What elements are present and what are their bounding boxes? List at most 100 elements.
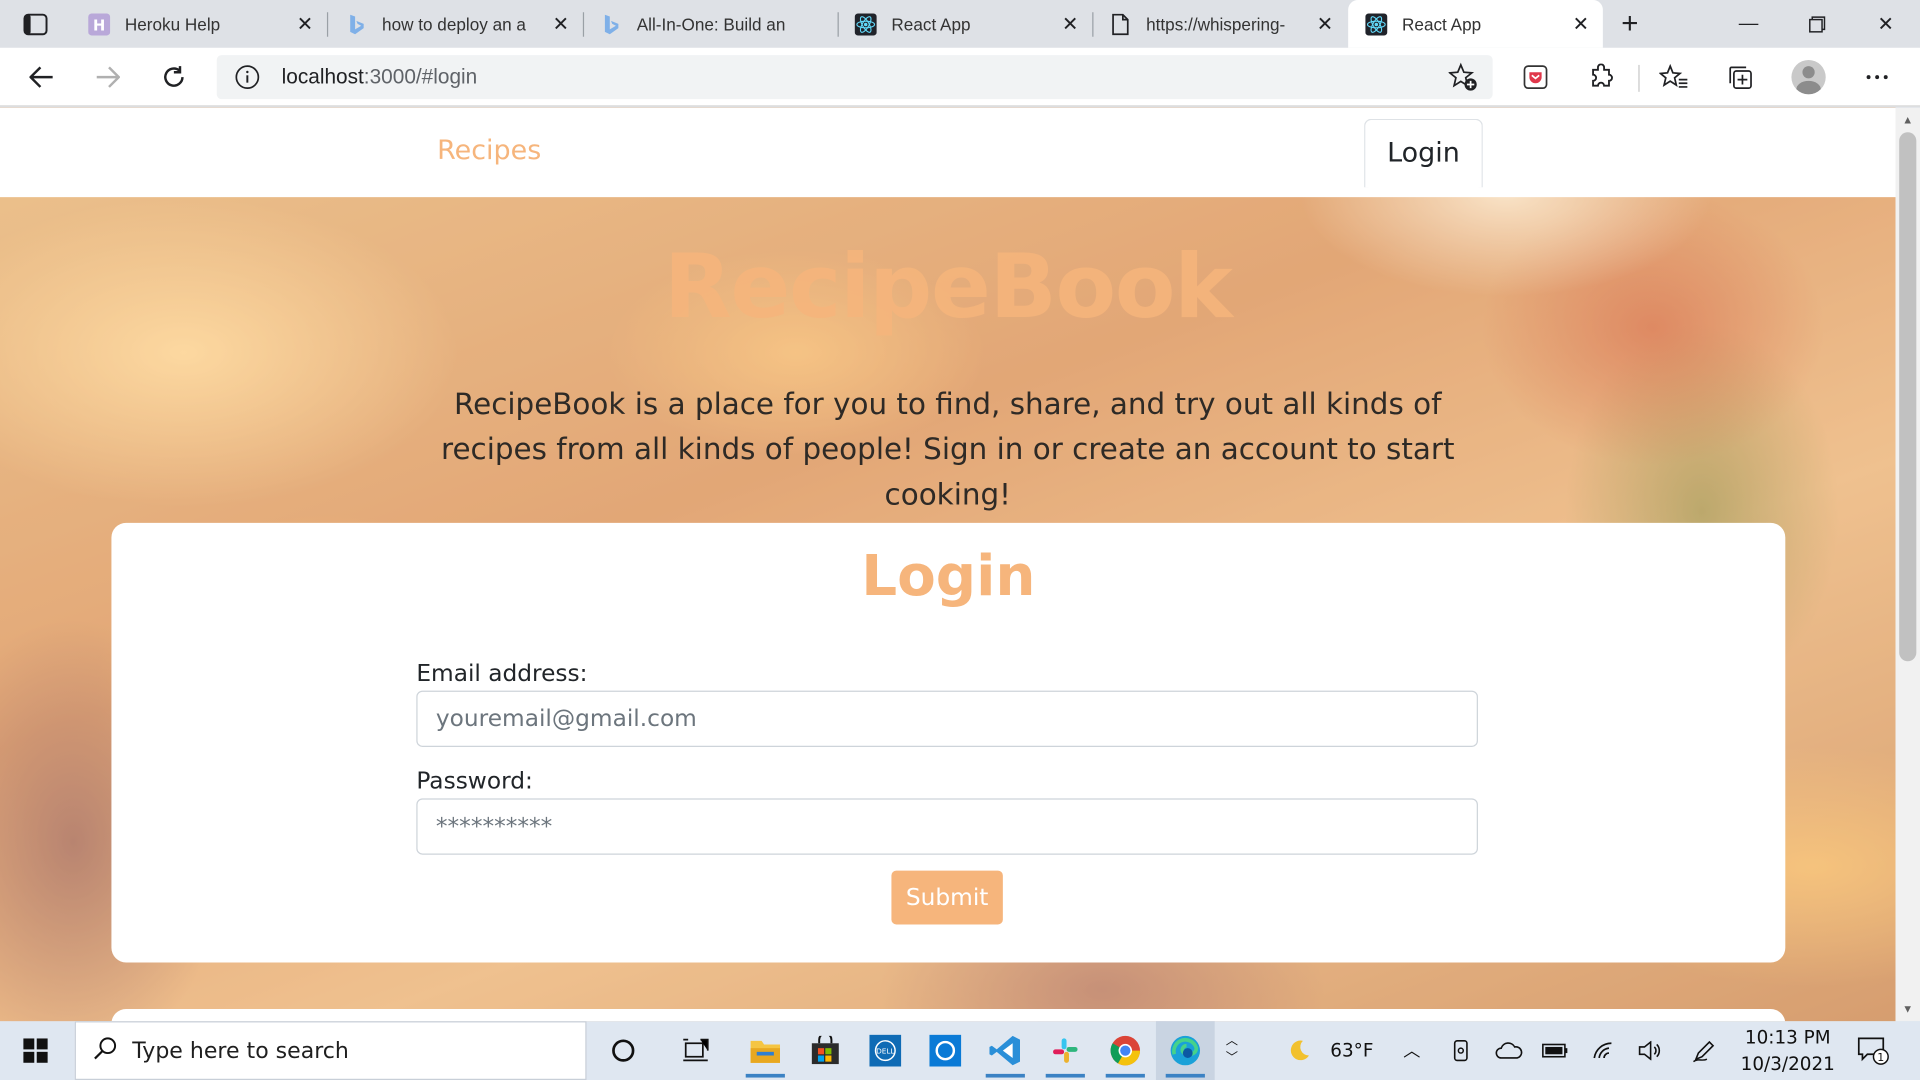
- extensions-icon[interactable]: [1582, 58, 1621, 97]
- pen-workspace-icon[interactable]: [1687, 1021, 1721, 1080]
- task-view-icon[interactable]: [667, 1021, 723, 1080]
- clock-time: 10:13 PM: [1744, 1026, 1831, 1049]
- weather-text: 63°F: [1330, 1039, 1374, 1062]
- show-hidden-icons-icon[interactable]: ︿: [1396, 1021, 1428, 1080]
- search-placeholder: Type here to search: [132, 1037, 349, 1064]
- slack-icon[interactable]: [1036, 1021, 1095, 1080]
- add-favorite-icon[interactable]: [1447, 62, 1478, 91]
- windows-start-icon[interactable]: [0, 1021, 71, 1080]
- notification-count: 1: [1877, 1051, 1884, 1064]
- tab-title: All-In-One: Build an: [636, 14, 786, 34]
- page-scrollbar[interactable]: ▲ ▼: [1895, 107, 1920, 1022]
- nav-recipes-link[interactable]: Recipes: [437, 136, 541, 167]
- forward-icon[interactable]: [88, 58, 127, 97]
- close-icon[interactable]: ✕: [549, 12, 573, 36]
- hero-description: RecipeBook is a place for you to find, s…: [441, 386, 1455, 512]
- scroll-up-icon[interactable]: ▲: [1900, 113, 1915, 128]
- close-icon[interactable]: ✕: [1058, 12, 1082, 36]
- heroku-icon: H: [88, 12, 111, 35]
- close-icon[interactable]: [803, 12, 827, 36]
- edge-icon[interactable]: [1155, 1021, 1215, 1080]
- site-navbar: Recipes Login: [0, 107, 1896, 198]
- address-bar[interactable]: localhost:3000/#login: [216, 55, 1493, 100]
- weather-moon-icon[interactable]: [1281, 1021, 1318, 1080]
- dell-app-icon[interactable]: DELL: [856, 1021, 915, 1080]
- tab-title: React App: [1402, 14, 1482, 34]
- store-icon[interactable]: [796, 1021, 855, 1080]
- close-icon[interactable]: ✕: [293, 12, 317, 36]
- favorites-icon[interactable]: [1654, 58, 1693, 97]
- restore-icon[interactable]: [1783, 0, 1852, 48]
- browser-tab[interactable]: React App ✕: [838, 0, 1094, 48]
- battery-icon[interactable]: [1538, 1021, 1572, 1080]
- react-icon: [1365, 12, 1388, 35]
- vscode-icon[interactable]: [976, 1021, 1035, 1080]
- minimize-icon[interactable]: —: [1714, 0, 1783, 48]
- screen: H Heroku Help ✕ how to deploy an a ✕ All…: [0, 0, 1920, 1080]
- login-card: Login Email address: youremail@gmail.com…: [111, 522, 1786, 963]
- close-icon[interactable]: ✕: [1569, 12, 1593, 36]
- clock-date: 10/3/2021: [1740, 1053, 1835, 1076]
- meet-now-icon[interactable]: [1445, 1021, 1477, 1080]
- browser-tab[interactable]: how to deploy an a ✕: [328, 0, 585, 48]
- volume-icon[interactable]: [1633, 1021, 1667, 1080]
- submit-button[interactable]: Submit: [891, 870, 1003, 925]
- collections-icon[interactable]: [1720, 58, 1759, 97]
- scroll-down-icon[interactable]: ▼: [1900, 1002, 1915, 1017]
- close-window-icon[interactable]: ✕: [1851, 0, 1920, 48]
- svg-text:H: H: [93, 17, 105, 34]
- running-indicator: [985, 1073, 1025, 1078]
- browser-toolbar: localhost:3000/#login: [0, 47, 1920, 107]
- wifi-icon[interactable]: [1587, 1021, 1621, 1080]
- login-title: Login: [861, 542, 1036, 609]
- scrollbar-thumb[interactable]: [1899, 132, 1917, 662]
- toolbar-divider: [1638, 64, 1640, 92]
- running-indicator: [1105, 1073, 1145, 1078]
- browser-tab-active[interactable]: React App ✕: [1348, 0, 1603, 48]
- back-icon[interactable]: [22, 58, 61, 97]
- url-text[interactable]: localhost:3000/#login: [282, 65, 478, 89]
- pocket-extension-icon[interactable]: [1516, 58, 1555, 97]
- svg-text:DELL: DELL: [876, 1047, 895, 1056]
- password-label: Password:: [416, 767, 533, 795]
- url-path: :3000/#login: [363, 64, 478, 89]
- running-indicator: [745, 1073, 785, 1078]
- web-page: Recipes Login RecipeBook RecipeBook is a…: [0, 107, 1896, 1022]
- new-tab-button[interactable]: +: [1611, 7, 1648, 41]
- tab-title: https://whispering-: [1146, 14, 1286, 34]
- weather-temperature[interactable]: 63°F: [1322, 1021, 1381, 1080]
- cortana-icon[interactable]: [595, 1021, 651, 1080]
- profile-avatar[interactable]: [1791, 60, 1826, 95]
- password-field[interactable]: **********: [416, 798, 1478, 855]
- secondary-card: [111, 1008, 1786, 1022]
- notifications-icon[interactable]: 1: [1849, 1021, 1898, 1080]
- site-info-icon[interactable]: [234, 64, 261, 91]
- url-host: localhost: [281, 64, 364, 89]
- file-explorer-icon[interactable]: [736, 1021, 795, 1080]
- browser-tab[interactable]: https://whispering- ✕: [1092, 0, 1347, 48]
- refresh-icon[interactable]: [154, 58, 193, 97]
- running-indicator: [1045, 1073, 1085, 1078]
- taskbar-overflow-icon[interactable]: ︿ ﹀: [1220, 1021, 1244, 1080]
- chrome-icon[interactable]: [1096, 1021, 1155, 1080]
- browser-tab[interactable]: All-In-One: Build an: [583, 0, 839, 48]
- bing-icon: [600, 13, 622, 35]
- nav-login-tab[interactable]: Login: [1364, 118, 1483, 188]
- onedrive-icon[interactable]: [1491, 1021, 1525, 1080]
- hero-title: RecipeBook: [663, 235, 1233, 338]
- tab-actions-icon[interactable]: [12, 7, 59, 41]
- taskbar-search-box[interactable]: Type here to search: [74, 1021, 587, 1080]
- search-icon: [93, 1035, 117, 1066]
- system-clock[interactable]: 10:13 PM 10/3/2021: [1734, 1024, 1842, 1078]
- browser-tab[interactable]: H Heroku Help ✕: [71, 0, 329, 48]
- email-field[interactable]: youremail@gmail.com: [416, 690, 1478, 747]
- more-options-icon[interactable]: [1858, 58, 1897, 97]
- tab-title: how to deploy an a: [382, 14, 526, 34]
- tab-title: React App: [891, 14, 971, 34]
- page-icon: [1109, 13, 1131, 35]
- react-icon: [854, 12, 877, 35]
- tab-title: Heroku Help: [124, 14, 221, 34]
- browser-tab-strip: H Heroku Help ✕ how to deploy an a ✕ All…: [0, 0, 1920, 48]
- close-icon[interactable]: ✕: [1313, 12, 1337, 36]
- dell-support-icon[interactable]: [916, 1021, 975, 1080]
